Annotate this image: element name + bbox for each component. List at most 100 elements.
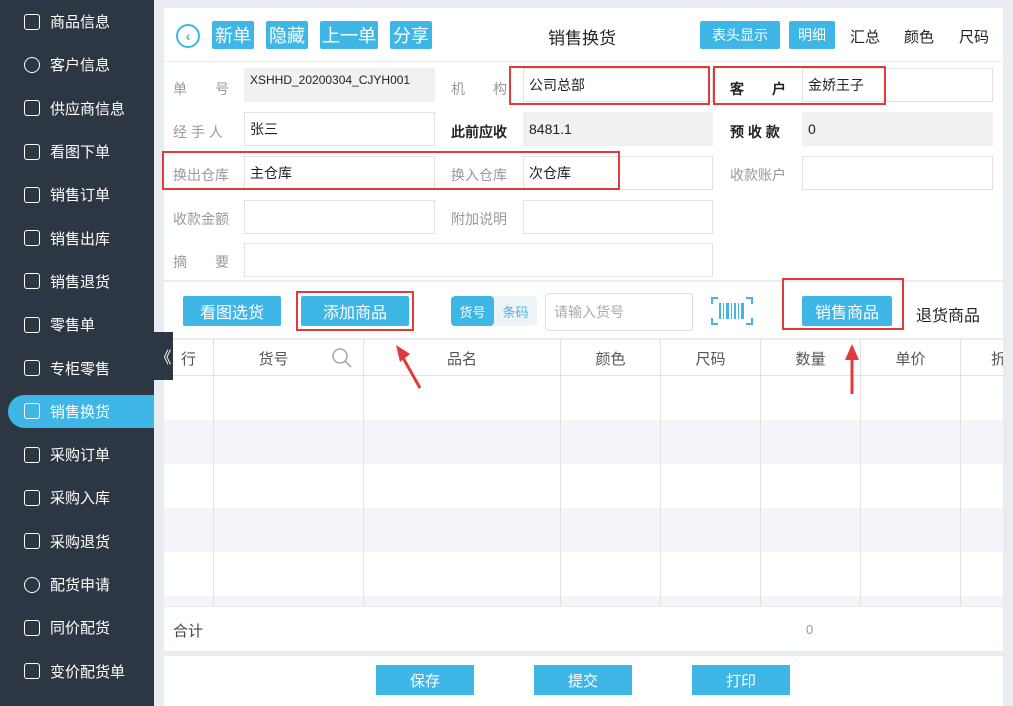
sidebar-item-sales-order[interactable]: 销售订单 <box>0 173 154 216</box>
col-header-item-code: 货号 <box>214 340 364 376</box>
purchase-return-icon <box>24 533 40 550</box>
top-toolbar: ‹ 新单 隐藏 上一单 分享 销售换货 表头显示 明细 汇总 颜色 尺码 <box>164 8 1003 61</box>
sales-return-icon <box>24 273 40 290</box>
sidebar-item-distribution-request[interactable]: 配货申请 <box>0 563 154 606</box>
column-divider <box>213 376 214 606</box>
sidebar-item-purchase-return[interactable]: 采购退货 <box>0 520 154 563</box>
org-label: 机 构 <box>451 81 507 97</box>
distribution-request-icon <box>24 576 40 593</box>
amount-field[interactable] <box>244 200 435 234</box>
col-header-color: 颜色 <box>561 340 661 376</box>
totals-label: 合计 <box>173 623 204 640</box>
collapse-sidebar-button[interactable]: 《 <box>154 332 173 380</box>
order-no-field: XSHHD_20200304_CJYH001 <box>244 68 435 102</box>
barcode-scan-icon[interactable] <box>710 296 754 326</box>
table-row <box>164 420 1003 464</box>
account-field[interactable] <box>802 156 993 190</box>
column-divider <box>660 376 661 606</box>
highlight-add-product <box>296 291 414 331</box>
price-change-icon <box>24 663 40 680</box>
prev-receivable-label: 此前应收 <box>451 124 507 140</box>
note-label: 附加说明 <box>451 211 507 227</box>
col-header-size: 尺码 <box>661 340 761 376</box>
sidebar: 商品信息 客户信息 供应商信息 看图下单 销售订单 销售出库 销售退货 零售单 … <box>0 0 154 706</box>
product-table: 行 货号 品名 颜色 尺码 数量 单价 折 <box>164 340 1003 606</box>
share-button[interactable]: 分享 <box>390 21 432 49</box>
back-button[interactable]: ‹ <box>176 24 200 48</box>
column-divider <box>860 376 861 606</box>
product-action-bar: 看图选货 添加商品 货号 条码 请输入货号 销售商品 退货商品 <box>164 278 1003 338</box>
col-header-item-code-label: 货号 <box>258 350 289 368</box>
collapse-icon: 《 <box>155 350 172 367</box>
table-row <box>164 508 1003 552</box>
back-icon: ‹ <box>185 28 191 44</box>
bottom-action-bar: 保存 提交 打印 <box>164 656 1003 706</box>
summary-field[interactable] <box>244 243 713 277</box>
sidebar-item-counter-retail[interactable]: 专柜零售 <box>0 346 154 389</box>
retail-icon <box>24 316 40 333</box>
tab-detail[interactable]: 明细 <box>789 21 835 49</box>
annotation-arrow-add-product <box>396 345 422 389</box>
summary-label: 摘 要 <box>173 254 229 270</box>
save-button[interactable]: 保存 <box>376 665 474 695</box>
sidebar-item-customer-info[interactable]: 客户信息 <box>0 43 154 86</box>
tab-size[interactable]: 尺码 <box>959 26 989 47</box>
order-header-form: 单 号 XSHHD_20200304_CJYH001 机 构 公司总部 客 户 … <box>162 62 1003 280</box>
highlight-sales-product <box>782 278 904 330</box>
sidebar-item-price-change[interactable]: 变价配货单 <box>0 649 154 692</box>
col-header-discount: 折 <box>991 350 1003 368</box>
table-row <box>164 376 1003 420</box>
sidebar-item-sales-exchange[interactable]: 销售换货 <box>0 390 154 433</box>
supplier-icon <box>24 100 40 117</box>
toggle-item-code[interactable]: 货号 <box>451 296 494 326</box>
column-divider <box>960 376 961 606</box>
code-type-toggle: 货号 条码 <box>451 296 537 326</box>
col-header-unit-price: 单价 <box>861 340 961 376</box>
purchase-order-icon <box>24 446 40 463</box>
sidebar-item-product-info[interactable]: 商品信息 <box>0 0 154 43</box>
prev-receivable-field: 8481.1 <box>523 112 713 146</box>
column-divider <box>760 376 761 606</box>
same-price-icon <box>24 619 40 636</box>
hide-button[interactable]: 隐藏 <box>266 21 308 49</box>
note-field[interactable] <box>523 200 713 234</box>
sidebar-item-supplier-info[interactable]: 供应商信息 <box>0 87 154 130</box>
sidebar-item-picture-order[interactable]: 看图下单 <box>0 130 154 173</box>
order-no-label: 单 号 <box>173 81 229 97</box>
sidebar-item-same-price[interactable]: 同价配货 <box>0 606 154 649</box>
annotation-arrow-sales-product <box>845 344 859 394</box>
return-product-tab[interactable]: 退货商品 <box>916 302 980 326</box>
highlight-warehouses <box>162 151 620 190</box>
submit-button[interactable]: 提交 <box>534 665 632 695</box>
table-row <box>164 596 1003 606</box>
new-order-button[interactable]: 新单 <box>212 21 254 49</box>
sidebar-item-retail[interactable]: 零售单 <box>0 303 154 346</box>
column-divider <box>560 376 561 606</box>
advance-field: 0 <box>802 112 993 146</box>
sidebar-item-sales-return[interactable]: 销售退货 <box>0 260 154 303</box>
sales-order-icon <box>24 186 40 203</box>
item-code-search-input[interactable]: 请输入货号 <box>545 293 693 331</box>
purchase-in-icon <box>24 489 40 506</box>
sidebar-item-sales-out[interactable]: 销售出库 <box>0 216 154 259</box>
advance-label: 预 收 款 <box>730 124 780 140</box>
picture-select-button[interactable]: 看图选货 <box>183 296 281 326</box>
sidebar-item-purchase-in[interactable]: 采购入库 <box>0 476 154 519</box>
main-area: ‹ 新单 隐藏 上一单 分享 销售换货 表头显示 明细 汇总 颜色 尺码 单 号… <box>154 0 1013 706</box>
search-icon[interactable] <box>331 347 353 369</box>
column-divider <box>363 376 364 606</box>
page-title: 销售换货 <box>548 29 616 48</box>
handler-label: 经 手 人 <box>173 124 223 140</box>
picture-order-icon <box>24 143 40 160</box>
amount-label: 收款金额 <box>173 211 229 227</box>
handler-field[interactable]: 张三 <box>244 112 435 146</box>
sidebar-item-purchase-order[interactable]: 采购订单 <box>0 433 154 476</box>
toggle-barcode[interactable]: 条码 <box>494 296 537 326</box>
header-display-button[interactable]: 表头显示 <box>700 21 780 49</box>
tab-summary[interactable]: 汇总 <box>850 26 880 47</box>
highlight-org <box>509 66 710 105</box>
prev-order-button[interactable]: 上一单 <box>320 21 378 49</box>
tab-color[interactable]: 颜色 <box>904 26 934 47</box>
table-row <box>164 552 1003 596</box>
print-button[interactable]: 打印 <box>692 665 790 695</box>
